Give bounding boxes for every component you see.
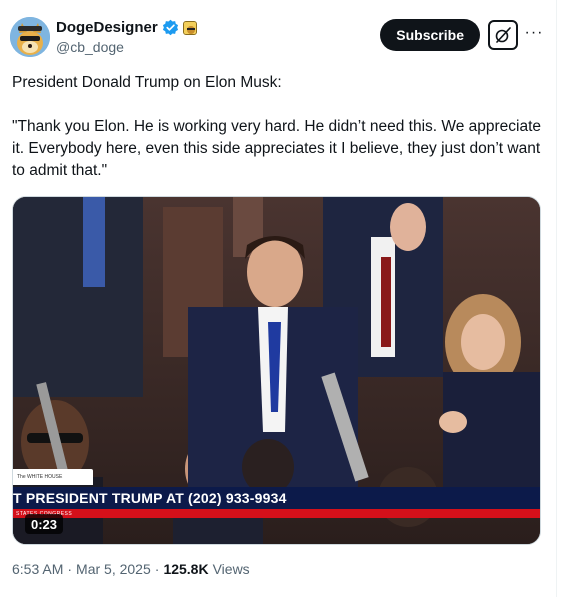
affiliate-badge-icon[interactable] <box>182 20 197 35</box>
tweet-card: DogeDesigner @cb_doge Subscribe ··· Pres… <box>0 0 557 597</box>
subscribe-button[interactable]: Subscribe <box>380 19 480 51</box>
tweet-text: President Donald Trump on Elon Musk: "Th… <box>12 72 547 182</box>
grok-icon[interactable] <box>488 20 518 50</box>
display-name[interactable]: DogeDesigner <box>56 19 158 36</box>
tweet-paragraph-1: President Donald Trump on Elon Musk: <box>12 74 282 91</box>
news-ticker: T PRESIDENT TRUMP AT (202) 933-9934 <box>13 487 540 509</box>
tweet-date[interactable]: Mar 5, 2025 <box>76 561 151 577</box>
tweet-header: DogeDesigner @cb_doge Subscribe ··· <box>10 17 544 61</box>
author-handle[interactable]: @cb_doge <box>56 39 124 55</box>
verified-badge-icon <box>162 19 179 36</box>
tweet-paragraph-2: "Thank you Elon. He is working very hard… <box>12 118 542 179</box>
news-ticker-sub: STATES CONGRESS <box>13 509 540 518</box>
more-icon[interactable]: ··· <box>524 23 544 43</box>
doge-avatar-icon[interactable] <box>10 17 50 57</box>
views-label: Views <box>212 561 250 577</box>
broadcast-brand-tag: The WHITE HOUSE <box>13 469 93 485</box>
video-duration: 0:23 <box>25 514 64 534</box>
meta-separator: · <box>154 561 160 577</box>
tweet-meta: 6:53 AM · Mar 5, 2025 · 125.8K Views <box>12 561 250 577</box>
tweet-time[interactable]: 6:53 AM <box>12 561 63 577</box>
views-count: 125.8K <box>163 561 209 577</box>
ticker-text: T PRESIDENT TRUMP AT (202) 933-9934 <box>13 490 287 506</box>
video-player[interactable]: The WHITE HOUSE T PRESIDENT TRUMP AT (20… <box>12 196 541 545</box>
meta-separator: · <box>67 561 73 577</box>
name-row: DogeDesigner <box>56 19 197 36</box>
